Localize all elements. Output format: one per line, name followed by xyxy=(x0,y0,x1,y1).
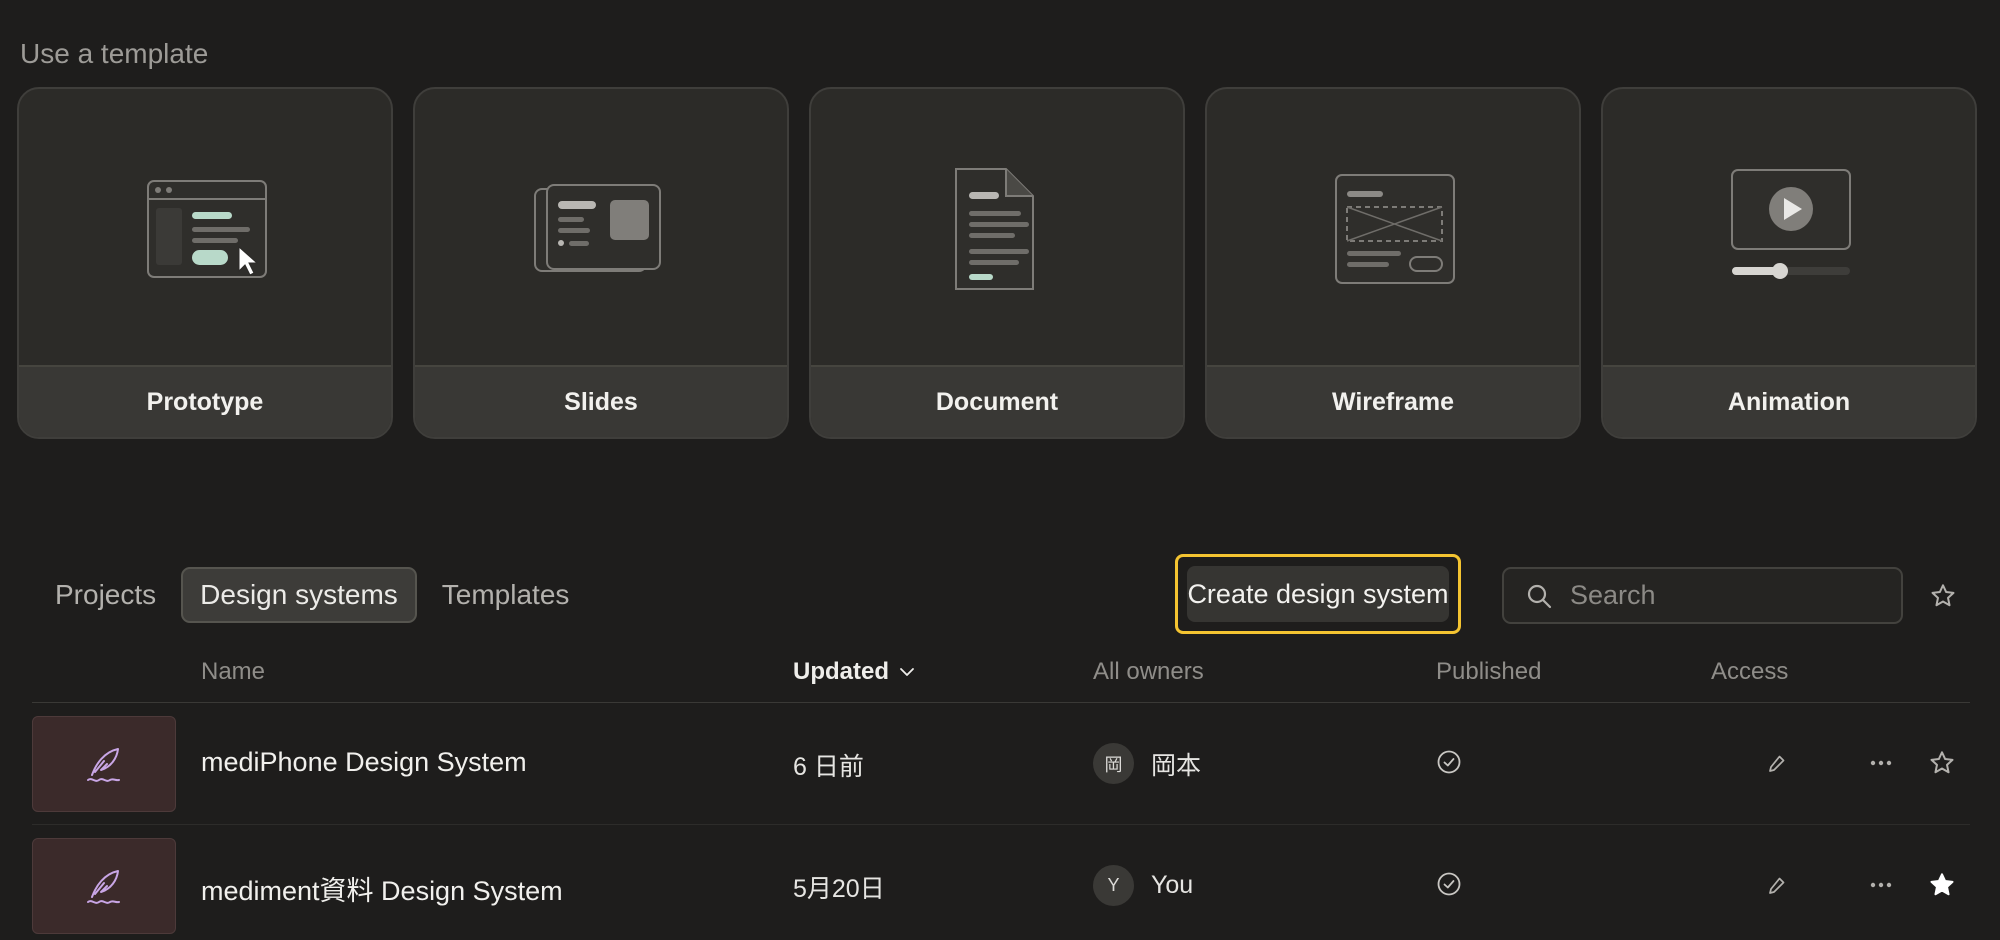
column-header-access: Access xyxy=(1711,658,1789,685)
owner: Y You xyxy=(1093,865,1193,906)
published-check-icon xyxy=(1437,750,1461,774)
create-button-highlight: Create design system xyxy=(1175,554,1461,634)
updated-date: 5月20日 xyxy=(793,875,885,903)
edit-access-pencil-icon[interactable] xyxy=(1764,752,1788,776)
template-card-label: Wireframe xyxy=(1207,365,1579,437)
template-card-label: Animation xyxy=(1603,365,1975,437)
animation-illustration-icon xyxy=(1603,89,1975,367)
content-tabs: Projects Design systems Templates xyxy=(36,567,594,623)
design-system-thumbnail xyxy=(32,716,176,812)
template-card-animation[interactable]: Animation xyxy=(1601,87,1977,439)
published-check-icon xyxy=(1437,872,1461,896)
quill-icon xyxy=(87,748,120,782)
more-options-icon[interactable] xyxy=(1868,753,1894,773)
template-card-label: Prototype xyxy=(19,365,391,437)
template-card-label: Slides xyxy=(415,365,787,437)
owner: 岡 岡本 xyxy=(1093,743,1201,784)
avatar: 岡 xyxy=(1093,743,1134,784)
document-illustration-icon xyxy=(811,89,1183,367)
tab-projects[interactable]: Projects xyxy=(36,567,175,623)
template-card-slides[interactable]: Slides xyxy=(413,87,789,439)
section-title: Use a template xyxy=(20,38,209,69)
column-header-published: Published xyxy=(1436,658,1542,685)
edit-access-pencil-icon[interactable] xyxy=(1764,874,1788,898)
quill-icon xyxy=(87,870,120,904)
chevron-down-icon xyxy=(900,668,914,676)
owner-name: 岡本 xyxy=(1151,751,1202,780)
table-row[interactable]: mediment資料 Design System 5月20日 Y You xyxy=(32,825,1970,940)
star-filled-icon[interactable] xyxy=(1928,871,1956,899)
column-header-name[interactable]: Name xyxy=(201,658,265,686)
column-header-updated-label: Updated xyxy=(793,658,889,685)
favorites-filter-star-icon[interactable] xyxy=(1929,582,1957,610)
template-card-prototype[interactable]: Prototype xyxy=(17,87,393,439)
prototype-illustration-icon xyxy=(19,89,391,367)
design-system-name[interactable]: mediPhone Design System xyxy=(201,747,527,778)
design-system-name[interactable]: mediment資料 Design System xyxy=(201,869,563,908)
search-input[interactable] xyxy=(1570,580,1870,611)
table-header: Name Updated All owners Published Access xyxy=(32,650,1970,703)
tab-design-systems[interactable]: Design systems xyxy=(181,567,417,623)
tab-templates[interactable]: Templates xyxy=(423,567,589,623)
avatar: Y xyxy=(1093,865,1134,906)
create-design-system-button[interactable]: Create design system xyxy=(1187,566,1449,622)
more-options-icon[interactable] xyxy=(1868,875,1894,895)
updated-date: 6 日前 xyxy=(793,753,864,781)
table-row[interactable]: mediPhone Design System 6 日前 岡 岡本 xyxy=(32,703,1970,825)
search-box[interactable] xyxy=(1502,567,1903,624)
owner-name: You xyxy=(1151,871,1194,899)
column-header-owners[interactable]: All owners xyxy=(1093,658,1204,686)
template-card-wireframe[interactable]: Wireframe xyxy=(1205,87,1581,439)
search-icon xyxy=(1527,584,1552,608)
wireframe-illustration-icon xyxy=(1207,89,1579,367)
column-header-updated[interactable]: Updated xyxy=(793,658,915,686)
template-card-document[interactable]: Document xyxy=(809,87,1185,439)
slides-illustration-icon xyxy=(415,89,787,367)
star-icon[interactable] xyxy=(1928,749,1956,777)
design-system-thumbnail xyxy=(32,838,176,934)
template-card-label: Document xyxy=(811,365,1183,437)
